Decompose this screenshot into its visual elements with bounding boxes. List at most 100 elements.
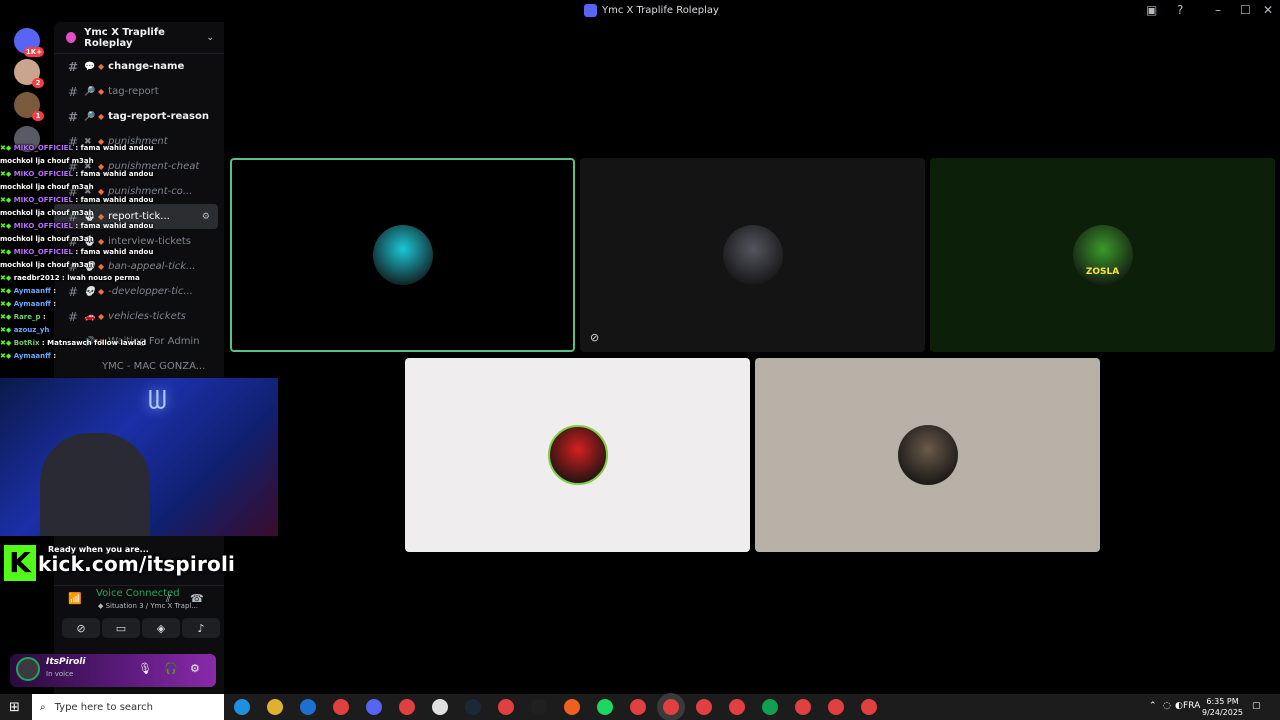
channel-item[interactable]: # 🔎 ◆ tag-report	[54, 79, 224, 104]
avatar[interactable]	[16, 657, 40, 681]
taskbar-app-icon[interactable]	[531, 699, 547, 715]
chat-message: ✖◆ Aymaanff :	[0, 287, 230, 300]
clock-time: 6:35 PM	[1206, 697, 1239, 706]
close-button[interactable]: ✕	[1263, 3, 1273, 17]
taskbar-app-icon[interactable]	[828, 699, 844, 715]
chat-message: ✖◆ Rare_p :	[0, 313, 230, 326]
notifications-icon[interactable]: ▢	[1252, 701, 1261, 711]
chat-username: MIKO_OFFICIEL	[13, 144, 73, 152]
participant-avatar	[372, 225, 433, 285]
chat-text: :	[42, 313, 46, 321]
hash-icon: #	[68, 84, 79, 99]
voice-stage: ⊘ ZOSLA	[224, 22, 1280, 694]
chat-message-continuation: mochkol lja chouf m3ah	[0, 209, 94, 217]
microphone-icon[interactable]: 🎙	[138, 662, 152, 675]
chat-badge-icon: ✖◆	[0, 144, 14, 152]
taskbar-app-icon[interactable]	[333, 699, 349, 715]
camera-button[interactable]: ⊘	[62, 618, 100, 638]
diamond-icon: ◆	[98, 87, 105, 96]
title-bar: Ymc X Traplife Roleplay ▣ ? – ☐ ✕	[0, 0, 1280, 22]
channel-item[interactable]: # 🔎 ◆ tag-report-reason	[54, 104, 224, 129]
chat-badge-icon: ✖◆	[0, 274, 14, 282]
taskbar-app-icon[interactable]	[630, 699, 646, 715]
chevron-up-icon[interactable]: ⌃	[1149, 701, 1157, 711]
taskbar-app-icon[interactable]	[729, 699, 745, 715]
help-icon[interactable]: ?	[1177, 3, 1183, 17]
taskbar-app-icon[interactable]	[696, 699, 712, 715]
minimize-button[interactable]: –	[1215, 3, 1221, 17]
channel-item[interactable]: # 💬 ◆ change-name	[54, 54, 224, 79]
webcam-overlay: ᗯ	[0, 378, 278, 536]
taskbar-app-icon[interactable]	[399, 699, 415, 715]
server-icon[interactable]: 2	[14, 59, 44, 88]
language-indicator[interactable]: FRA	[1183, 701, 1200, 711]
activity-icon: ◈	[156, 621, 166, 635]
chat-message: ✖◆ Aymaanff :	[0, 352, 230, 365]
taskbar-app-icon[interactable]	[564, 699, 580, 715]
chat-badge-icon: ✖◆	[0, 248, 14, 256]
taskbar-app-icon[interactable]	[234, 699, 250, 715]
chat-text: : fama wahid andou	[75, 248, 154, 256]
maximize-button[interactable]: ☐	[1240, 3, 1251, 17]
chat-text: :	[53, 300, 57, 308]
wing-light-icon: ᗯ	[148, 386, 167, 416]
taskbar-app-icon[interactable]	[663, 699, 679, 715]
diamond-icon: ◆	[98, 62, 105, 71]
unread-badge: 2	[32, 78, 44, 88]
window-title-text: Ymc X Traplife Roleplay	[602, 5, 719, 16]
activity-button[interactable]: ◈	[142, 618, 180, 638]
chat-text: : Matnsawch follow lawlad	[41, 339, 147, 347]
headphones-icon[interactable]: 🎧	[164, 662, 178, 675]
windows-start-icon[interactable]: ⊞	[9, 700, 20, 715]
voice-channel-path[interactable]: ◆ Situation 3 / Ymc X Trapl...	[98, 602, 198, 610]
chat-username: MIKO_OFFICIEL	[13, 248, 73, 256]
hash-icon: #	[68, 59, 79, 74]
home-button[interactable]: 1K+	[14, 28, 44, 57]
disconnect-icon[interactable]: ☎	[190, 592, 204, 605]
chat-username: Aymaanff	[13, 352, 51, 360]
participant-tile[interactable]	[230, 158, 575, 352]
participant-avatar	[897, 425, 958, 485]
taskbar-app-icon[interactable]	[465, 699, 481, 715]
soundboard-icon: ♪	[197, 621, 205, 635]
participant-tile[interactable]: ZOSLA	[930, 158, 1275, 352]
network-icon[interactable]: ◌	[1163, 701, 1171, 711]
participant-tile[interactable]: ⊘	[580, 158, 925, 352]
chat-message-continuation: mochkol lja chouf m3ah	[0, 183, 94, 191]
chat-badge-icon: ✖◆	[0, 196, 14, 204]
server-icon[interactable]: 1	[14, 92, 44, 121]
taskbar-app-icon[interactable]	[300, 699, 316, 715]
taskbar-search[interactable]: ⌕ Type here to search	[32, 694, 224, 720]
chat-text: : lwah nouso perma	[62, 274, 140, 282]
taskbar-app-icon[interactable]	[498, 699, 514, 715]
chat-message: ✖◆ MIKO_OFFICIEL : fama wahid andou	[0, 196, 230, 209]
username[interactable]: ItsPiroli	[46, 657, 85, 667]
taskbar-app-icon[interactable]	[267, 699, 283, 715]
taskbar-app-icon[interactable]	[366, 699, 382, 715]
participant-tile[interactable]	[755, 358, 1100, 552]
signal-icon[interactable]: 📶	[68, 592, 82, 605]
chat-message: ✖◆ MIKO_OFFICIEL : fama wahid andou	[0, 248, 230, 261]
taskbar-app-icon[interactable]	[432, 699, 448, 715]
chat-username: raedbr2012	[13, 274, 60, 282]
streamer-silhouette	[40, 433, 150, 536]
inbox-icon[interactable]: ▣	[1146, 3, 1157, 17]
gear-icon[interactable]: ⚙	[190, 662, 200, 675]
clock-date: 9/24/2025	[1202, 708, 1244, 717]
user-panel: ItsPiroli In voice 🎙 🎧 ⚙	[10, 654, 216, 687]
participant-tile[interactable]	[405, 358, 750, 552]
chat-message: ✖◆ Aymaanff :	[0, 300, 230, 313]
taskbar-app-icon[interactable]	[762, 699, 778, 715]
server-header[interactable]: Ymc X Traplife Roleplay ⌄	[54, 22, 224, 54]
taskbar-app-icon[interactable]	[861, 699, 877, 715]
soundboard-button[interactable]: ♪	[182, 618, 220, 638]
taskbar-app-icon[interactable]	[795, 699, 811, 715]
taskbar-app-icon[interactable]	[597, 699, 613, 715]
clock[interactable]: 6:35 PM 9/24/2025	[1202, 696, 1243, 718]
stream-chat-overlay: ✖◆ MIKO_OFFICIEL : fama wahid andou mochk…	[0, 144, 230, 365]
noise-suppression-icon[interactable]: ⫽	[166, 592, 171, 606]
screen-share-button[interactable]: ▭	[102, 618, 140, 638]
chat-username: MIKO_OFFICIEL	[13, 196, 73, 204]
volume-icon[interactable]: ◐	[1175, 701, 1183, 711]
chat-message-continuation: mochkol lja chouf m3ah	[0, 261, 94, 269]
